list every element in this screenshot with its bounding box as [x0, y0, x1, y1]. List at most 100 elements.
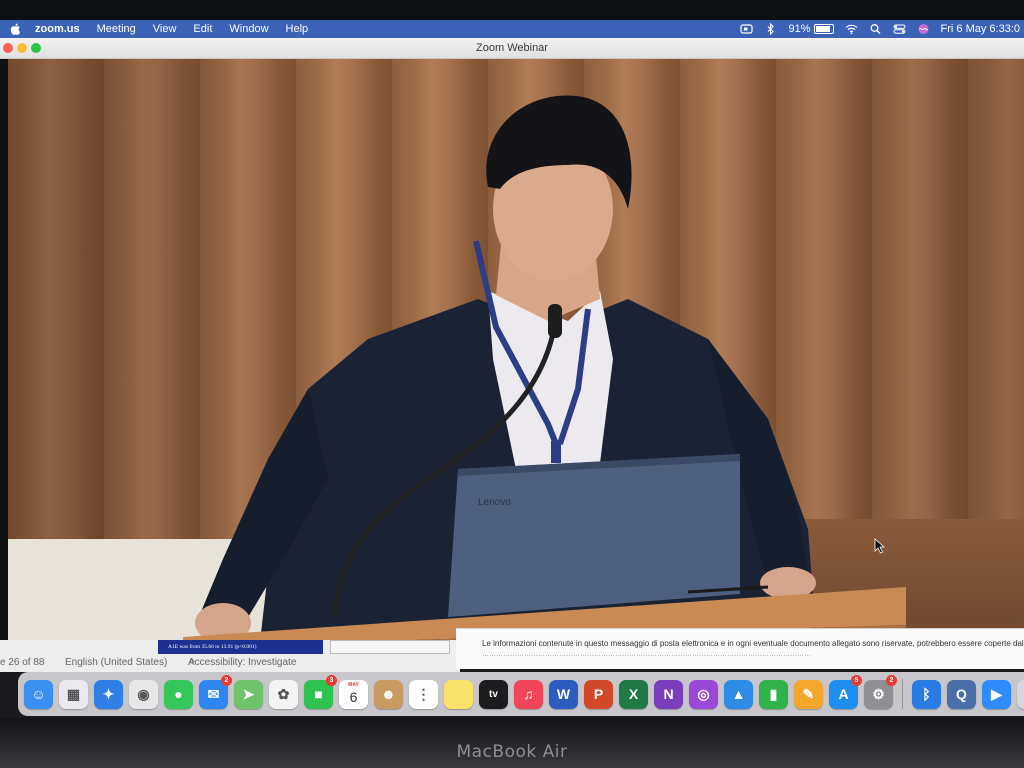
dock-safari-glyph: ✦ [102, 685, 115, 702]
dock-system-preferences-icon[interactable]: ⚙ 2 [864, 674, 897, 709]
dock-maps-icon[interactable]: ➤ [234, 679, 263, 709]
dock-powerpoint-icon[interactable]: P [584, 679, 613, 709]
slide-thumbnail[interactable]: A1E was from 35.66 to 13.91 (p<0.001) [158, 640, 323, 654]
dock-bluetooth-glyph: ᛒ [922, 686, 931, 702]
dock-excel-glyph: X [628, 686, 639, 702]
dock-word-glyph: W [556, 686, 571, 702]
status-area: 91% Fri 6 May 6:33:0 [740, 23, 1024, 35]
dock-maps-glyph: ➤ [242, 685, 255, 702]
accessibility-label: Accessibility: Investigate [188, 657, 297, 668]
apple-menu-icon[interactable] [9, 22, 23, 36]
dock-app-store-glyph: A [838, 686, 849, 702]
dock-app-store-icon[interactable]: A5 [829, 674, 862, 709]
wifi-icon[interactable] [845, 23, 858, 35]
dock-tv-glyph: tv [489, 688, 498, 700]
menu-view[interactable]: View [153, 23, 177, 35]
dock-word-icon[interactable]: W [549, 679, 578, 709]
dock-numbers-glyph: ▮ [769, 685, 778, 702]
dock-app-store-badge: 5 [851, 674, 862, 686]
dock-launchpad-glyph: ▦ [66, 685, 81, 702]
window-title: Zoom Webinar [476, 42, 548, 54]
dock-facetime-badge: 3 [326, 674, 337, 686]
laptop-brand-logo: Lenovo [478, 497, 511, 508]
dock-messages-icon[interactable]: ● [164, 679, 193, 709]
battery-percent: 91% [788, 23, 811, 35]
dock-system-preferences-glyph: ⚙ [872, 685, 885, 702]
dock-podcasts-icon[interactable]: ◎ [689, 679, 718, 709]
dock-zoom-icon[interactable]: ▶ [982, 679, 1011, 709]
zoom-status-icon[interactable] [740, 23, 754, 35]
slide-counter: e 26 of 88 [0, 657, 45, 668]
calendar-day: 6 [349, 688, 358, 705]
menu-window[interactable]: Window [229, 23, 268, 35]
dock-mail-icon[interactable]: ✉ 2 [199, 674, 232, 709]
dock-safari-icon[interactable]: ✦ [94, 679, 123, 709]
dock-quicktime-icon[interactable]: Q [947, 679, 976, 709]
dock-photos-glyph: ✿ [277, 685, 290, 702]
dock-keynote-icon[interactable]: ▲ [724, 679, 753, 709]
powerpoint-status-bar: e 26 of 88 English (United States) ✧ Acce… [0, 655, 460, 671]
dock-finder-icon[interactable]: ☺ [24, 679, 53, 709]
dock: ☺ ▦ ✦ ◉ ● ✉ 2 ➤ ✿ ■ 3 MAY 6 ☻ ⋮ tv ♫ W P X N ◎ ▲ ▮ ✎ A 5 ⚙ 2 ᛒ Q ▶ [18, 672, 1024, 716]
dock-reminders-glyph: ⋮ [416, 685, 431, 702]
dock-chrome-icon[interactable]: ◉ [129, 679, 158, 709]
dock-tv-icon[interactable]: tv [479, 679, 508, 709]
menu-help[interactable]: Help [286, 23, 309, 35]
dock-calendar-icon[interactable]: MAY 6 [339, 679, 368, 709]
control-center-icon[interactable] [893, 23, 906, 35]
dock-bluetooth-icon[interactable]: ᛒ [912, 679, 941, 709]
language-indicator[interactable]: English (United States) [65, 655, 167, 671]
email-disclaimer-text: Le informazioni contenute in questo mess… [482, 639, 1024, 648]
dock-facetime-glyph: ■ [314, 686, 323, 702]
dock-keynote-glyph: ▲ [731, 686, 746, 702]
dock-mail-badge: 2 [221, 674, 232, 686]
dock-finder-glyph: ☺ [31, 686, 46, 702]
email-disclaimer-text-faded: …………………………………………………………………………………………………………… [482, 651, 811, 658]
dock-numbers-icon[interactable]: ▮ [759, 679, 788, 709]
calendar-month: MAY [348, 681, 359, 688]
mouse-cursor-icon [874, 538, 886, 554]
menu-meeting[interactable]: Meeting [97, 23, 136, 35]
dock-quicktime-glyph: Q [956, 686, 967, 702]
dock-pages-icon[interactable]: ✎ [794, 679, 823, 709]
dock-contacts-icon[interactable]: ☻ [374, 679, 403, 709]
dock-music-icon[interactable]: ♫ [514, 679, 543, 709]
dock-pages-glyph: ✎ [802, 685, 815, 702]
speaker-illustration: Lenovo [183, 95, 906, 647]
battery-icon [813, 24, 834, 34]
minimize-window-button[interactable] [17, 43, 27, 53]
dock-mail-glyph: ✉ [207, 685, 220, 702]
battery-fill [815, 26, 830, 32]
close-window-button[interactable] [3, 43, 13, 53]
dock-onenote-icon[interactable]: N [654, 679, 683, 709]
dock-notes-icon[interactable] [444, 679, 473, 709]
webinar-video-feed[interactable]: Lenovo [8, 59, 1024, 647]
slide-thumbnail-table[interactable] [330, 640, 450, 654]
battery-indicator[interactable]: 91% [788, 23, 834, 35]
dock-reminders-icon[interactable]: ⋮ [409, 679, 438, 709]
menu-bar: zoom.us Meeting View Edit Window Help 91… [0, 20, 1024, 38]
dock-powerpoint-glyph: P [593, 686, 604, 702]
menu-edit[interactable]: Edit [193, 23, 212, 35]
laptop-model-label: MacBook Air [456, 742, 568, 762]
siri-icon[interactable] [917, 23, 930, 35]
dock-separator [902, 679, 903, 709]
menu-bar-clock[interactable]: Fri 6 May 6:33:0 [941, 23, 1020, 35]
dock-system-preferences-badge: 2 [886, 674, 897, 686]
dock-chrome-glyph: ◉ [137, 685, 150, 702]
dock-onenote-glyph: N [663, 686, 674, 702]
spotlight-search-icon[interactable] [869, 23, 882, 35]
dock-podcasts-glyph: ◎ [697, 685, 710, 702]
dock-folder-icon[interactable] [1017, 679, 1024, 709]
zoom-window-button[interactable] [31, 43, 41, 53]
dock-excel-icon[interactable]: X [619, 679, 648, 709]
menu-app-name[interactable]: zoom.us [35, 23, 80, 35]
dock-photos-icon[interactable]: ✿ [269, 679, 298, 709]
email-window[interactable]: Le informazioni contenute in questo mess… [456, 628, 1024, 669]
slide-thumbnail-text: A1E was from 35.66 to 13.91 (p<0.001) [168, 644, 257, 650]
dock-facetime-icon[interactable]: ■ 3 [304, 674, 337, 709]
dock-music-glyph: ♫ [523, 686, 534, 702]
bluetooth-status-icon[interactable] [764, 23, 777, 35]
dock-launchpad-icon[interactable]: ▦ [59, 679, 88, 709]
window-left-edge [0, 59, 8, 659]
